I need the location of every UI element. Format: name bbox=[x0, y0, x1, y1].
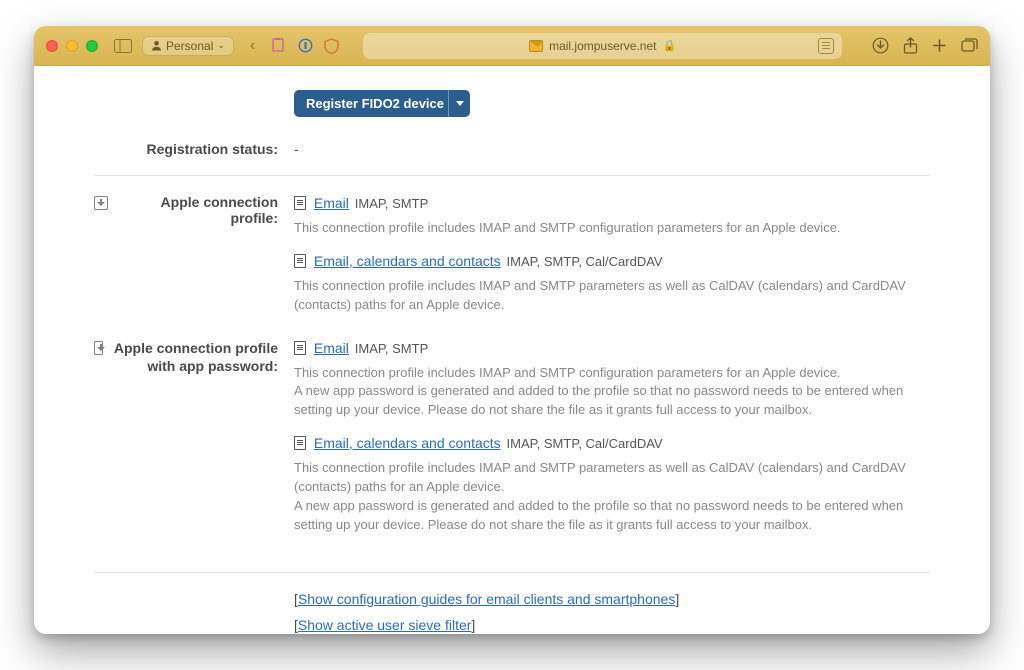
extension-icon-3[interactable] bbox=[323, 38, 339, 54]
url-host: mail.jompuserve.net bbox=[549, 39, 656, 53]
apple-profile-label-text: Apple connection profile: bbox=[114, 194, 278, 226]
registration-status-value: - bbox=[294, 141, 930, 157]
cal-profile-link[interactable]: Email, calendars and contacts bbox=[314, 253, 501, 269]
register-fido-button[interactable]: Register FIDO2 device bbox=[294, 90, 470, 117]
reader-mode-icon[interactable] bbox=[818, 38, 834, 54]
person-icon bbox=[151, 40, 162, 51]
new-tab-icon[interactable] bbox=[932, 38, 947, 53]
document-icon bbox=[294, 341, 306, 355]
document-icon bbox=[294, 196, 306, 210]
apple-profile-pw-label: Apple connection profile with app passwo… bbox=[94, 339, 294, 375]
email-pw-protocols: IMAP, SMTP bbox=[355, 341, 428, 356]
register-fido-label: Register FIDO2 device bbox=[306, 96, 444, 111]
browser-window: Personal ⌄ ‹ mail.jompuserve.net 🔒 bbox=[34, 26, 990, 634]
apple-profile-label: Apple connection profile: bbox=[94, 194, 294, 226]
download-icon bbox=[94, 196, 108, 210]
profile-switcher[interactable]: Personal ⌄ bbox=[142, 36, 234, 56]
document-icon bbox=[294, 254, 306, 268]
registration-status-label: Registration status: bbox=[94, 141, 294, 157]
email-protocols: IMAP, SMTP bbox=[355, 196, 428, 211]
cal-profile-pw-desc: This connection profile includes IMAP an… bbox=[294, 459, 930, 534]
download-icon bbox=[94, 341, 103, 355]
cal-protocols: IMAP, SMTP, Cal/CardDAV bbox=[507, 254, 663, 269]
email-profile-link[interactable]: Email bbox=[314, 195, 349, 211]
dropdown-caret-icon[interactable] bbox=[448, 90, 470, 117]
profile-name: Personal bbox=[166, 39, 213, 53]
extension-icon-1[interactable] bbox=[271, 38, 287, 54]
site-favicon-icon bbox=[529, 40, 543, 52]
cal-pw-protocols: IMAP, SMTP, Cal/CardDAV bbox=[507, 436, 663, 451]
email-profile-pw-link[interactable]: Email bbox=[314, 340, 349, 356]
downloads-icon[interactable] bbox=[872, 37, 889, 54]
tab-overview-icon[interactable] bbox=[961, 38, 978, 53]
window-controls bbox=[46, 40, 98, 52]
maximize-window-button[interactable] bbox=[86, 40, 98, 52]
toolbar-right-icons bbox=[872, 37, 978, 55]
email-profile-pw-desc: This connection profile includes IMAP an… bbox=[294, 364, 930, 421]
sidebar-toggle-icon[interactable] bbox=[114, 39, 132, 53]
nav-back-button[interactable]: ‹ bbox=[244, 37, 261, 55]
show-config-guides-link[interactable]: Show configuration guides for email clie… bbox=[298, 591, 675, 607]
show-sieve-filter-link[interactable]: Show active user sieve filter bbox=[298, 617, 472, 633]
apple-profile-pw-label-text: Apple connection profile with app passwo… bbox=[109, 339, 278, 375]
cal-profile-desc: This connection profile includes IMAP an… bbox=[294, 277, 930, 315]
address-bar[interactable]: mail.jompuserve.net 🔒 bbox=[363, 33, 842, 59]
extension-icon-2[interactable] bbox=[297, 38, 313, 54]
browser-toolbar: Personal ⌄ ‹ mail.jompuserve.net 🔒 bbox=[34, 26, 990, 66]
close-window-button[interactable] bbox=[46, 40, 58, 52]
separator bbox=[94, 572, 930, 573]
lock-icon: 🔒 bbox=[662, 39, 676, 52]
minimize-window-button[interactable] bbox=[66, 40, 78, 52]
chevron-down-icon: ⌄ bbox=[217, 40, 225, 51]
document-icon bbox=[294, 436, 306, 450]
cal-profile-pw-link[interactable]: Email, calendars and contacts bbox=[314, 435, 501, 451]
email-profile-desc: This connection profile includes IMAP an… bbox=[294, 219, 930, 238]
page-content: Register FIDO2 device Registration statu… bbox=[34, 66, 990, 634]
share-icon[interactable] bbox=[903, 37, 918, 55]
